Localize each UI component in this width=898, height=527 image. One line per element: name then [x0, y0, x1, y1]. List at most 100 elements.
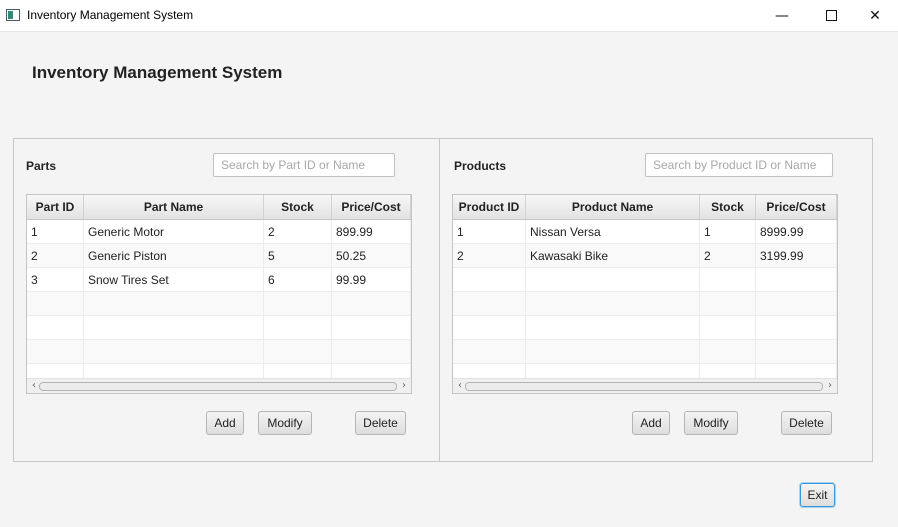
table-cell: [27, 292, 84, 315]
table-cell: [453, 316, 526, 339]
app-icon: [6, 9, 20, 21]
table-cell: [27, 340, 84, 363]
table-cell: [332, 340, 411, 363]
table-cell: 2: [453, 244, 526, 267]
products-search-input[interactable]: [645, 153, 833, 177]
window-title: Inventory Management System: [27, 8, 194, 22]
parts-column-header[interactable]: Part Name: [84, 195, 264, 219]
close-icon[interactable]: ✕: [852, 0, 898, 31]
scroll-right-icon[interactable]: ›: [399, 379, 409, 393]
scroll-right-icon[interactable]: ›: [825, 379, 835, 393]
scroll-thumb[interactable]: [39, 382, 397, 391]
table-cell: 2: [27, 244, 84, 267]
table-cell: Generic Piston: [84, 244, 264, 267]
table-cell: 899.99: [332, 220, 411, 243]
table-cell: [332, 316, 411, 339]
table-cell: [27, 316, 84, 339]
table-cell: Kawasaki Bike: [526, 244, 700, 267]
table-cell: [700, 316, 756, 339]
table-cell: 6: [264, 268, 332, 291]
parts-delete-button[interactable]: Delete: [355, 411, 406, 435]
minimize-icon[interactable]: —: [759, 0, 805, 31]
table-cell: 5: [264, 244, 332, 267]
products-column-header[interactable]: Price/Cost: [756, 195, 837, 219]
products-column-header[interactable]: Stock: [700, 195, 756, 219]
table-cell: 50.25: [332, 244, 411, 267]
table-cell: [84, 340, 264, 363]
table-row[interactable]: 1 Generic Motor 2 899.99: [27, 220, 411, 244]
table-cell: 3: [27, 268, 84, 291]
scroll-thumb[interactable]: [465, 382, 823, 391]
scroll-left-icon[interactable]: ‹: [29, 379, 39, 393]
table-row[interactable]: [27, 340, 411, 364]
table-cell: [526, 340, 700, 363]
panel-divider-base: [440, 461, 480, 462]
panel-divider: [439, 138, 440, 462]
table-cell: [526, 316, 700, 339]
table-cell: [84, 292, 264, 315]
products-delete-button[interactable]: Delete: [781, 411, 832, 435]
table-cell: [264, 292, 332, 315]
table-row[interactable]: 2 Kawasaki Bike 2 3199.99: [453, 244, 837, 268]
window-titlebar: Inventory Management System — ✕: [0, 0, 898, 32]
table-cell: 1: [453, 220, 526, 243]
parts-column-header[interactable]: Price/Cost: [332, 195, 411, 219]
parts-column-header[interactable]: Stock: [264, 195, 332, 219]
table-cell: [453, 292, 526, 315]
parts-title: Parts: [26, 159, 57, 173]
table-row[interactable]: [453, 340, 837, 364]
table-cell: Generic Motor: [84, 220, 264, 243]
products-table-body: 1 Nissan Versa 1 8999.99 2 Kawasaki Bike 2 3199…: [453, 220, 837, 388]
parts-modify-button[interactable]: Modify: [258, 411, 312, 435]
table-cell: [264, 316, 332, 339]
table-cell: [526, 292, 700, 315]
table-cell: [700, 292, 756, 315]
table-cell: [700, 268, 756, 291]
table-cell: 2: [700, 244, 756, 267]
table-cell: Nissan Versa: [526, 220, 700, 243]
table-cell: [526, 268, 700, 291]
products-add-button[interactable]: Add: [632, 411, 670, 435]
maximize-icon[interactable]: [808, 0, 854, 31]
products-horizontal-scrollbar[interactable]: ‹ ›: [453, 378, 837, 393]
products-column-header[interactable]: Product ID: [453, 195, 526, 219]
parts-table-header: Part ID Part Name Stock Price/Cost: [27, 195, 411, 220]
table-cell: [453, 268, 526, 291]
table-cell: [756, 268, 837, 291]
parts-search-input[interactable]: [213, 153, 395, 177]
table-row[interactable]: [453, 268, 837, 292]
table-cell: [453, 340, 526, 363]
page-title: Inventory Management System: [32, 63, 283, 82]
table-row[interactable]: 2 Generic Piston 5 50.25: [27, 244, 411, 268]
parts-table[interactable]: Part ID Part Name Stock Price/Cost 1 Generic…: [26, 194, 412, 394]
products-table-header: Product ID Product Name Stock Price/Cost: [453, 195, 837, 220]
scroll-left-icon[interactable]: ‹: [455, 379, 465, 393]
table-cell: [756, 292, 837, 315]
parts-column-header[interactable]: Part ID: [27, 195, 84, 219]
products-table[interactable]: Product ID Product Name Stock Price/Cost 1N…: [452, 194, 838, 394]
table-row[interactable]: [27, 292, 411, 316]
products-column-header[interactable]: Product Name: [526, 195, 700, 219]
table-row[interactable]: [453, 292, 837, 316]
table-row[interactable]: [27, 316, 411, 340]
table-row[interactable]: 1 Nissan Versa 1 8999.99: [453, 220, 837, 244]
table-cell: 1: [700, 220, 756, 243]
products-title: Products: [454, 159, 507, 173]
table-cell: 99.99: [332, 268, 411, 291]
table-row[interactable]: 3 Snow Tires Set 6 99.99: [27, 268, 411, 292]
parts-table-body: 1 Generic Motor 2 899.99 2 Generic Piston 5 50.…: [27, 220, 411, 388]
exit-button[interactable]: Exit: [800, 483, 835, 507]
parts-add-button[interactable]: Add: [206, 411, 244, 435]
products-modify-button[interactable]: Modify: [684, 411, 738, 435]
table-cell: [332, 292, 411, 315]
table-cell: 8999.99: [756, 220, 837, 243]
table-cell: Snow Tires Set: [84, 268, 264, 291]
table-cell: 2: [264, 220, 332, 243]
table-cell: [84, 316, 264, 339]
table-cell: 1: [27, 220, 84, 243]
table-cell: [756, 316, 837, 339]
parts-horizontal-scrollbar[interactable]: ‹ ›: [27, 378, 411, 393]
table-cell: 3199.99: [756, 244, 837, 267]
table-row[interactable]: [453, 316, 837, 340]
table-cell: [264, 340, 332, 363]
